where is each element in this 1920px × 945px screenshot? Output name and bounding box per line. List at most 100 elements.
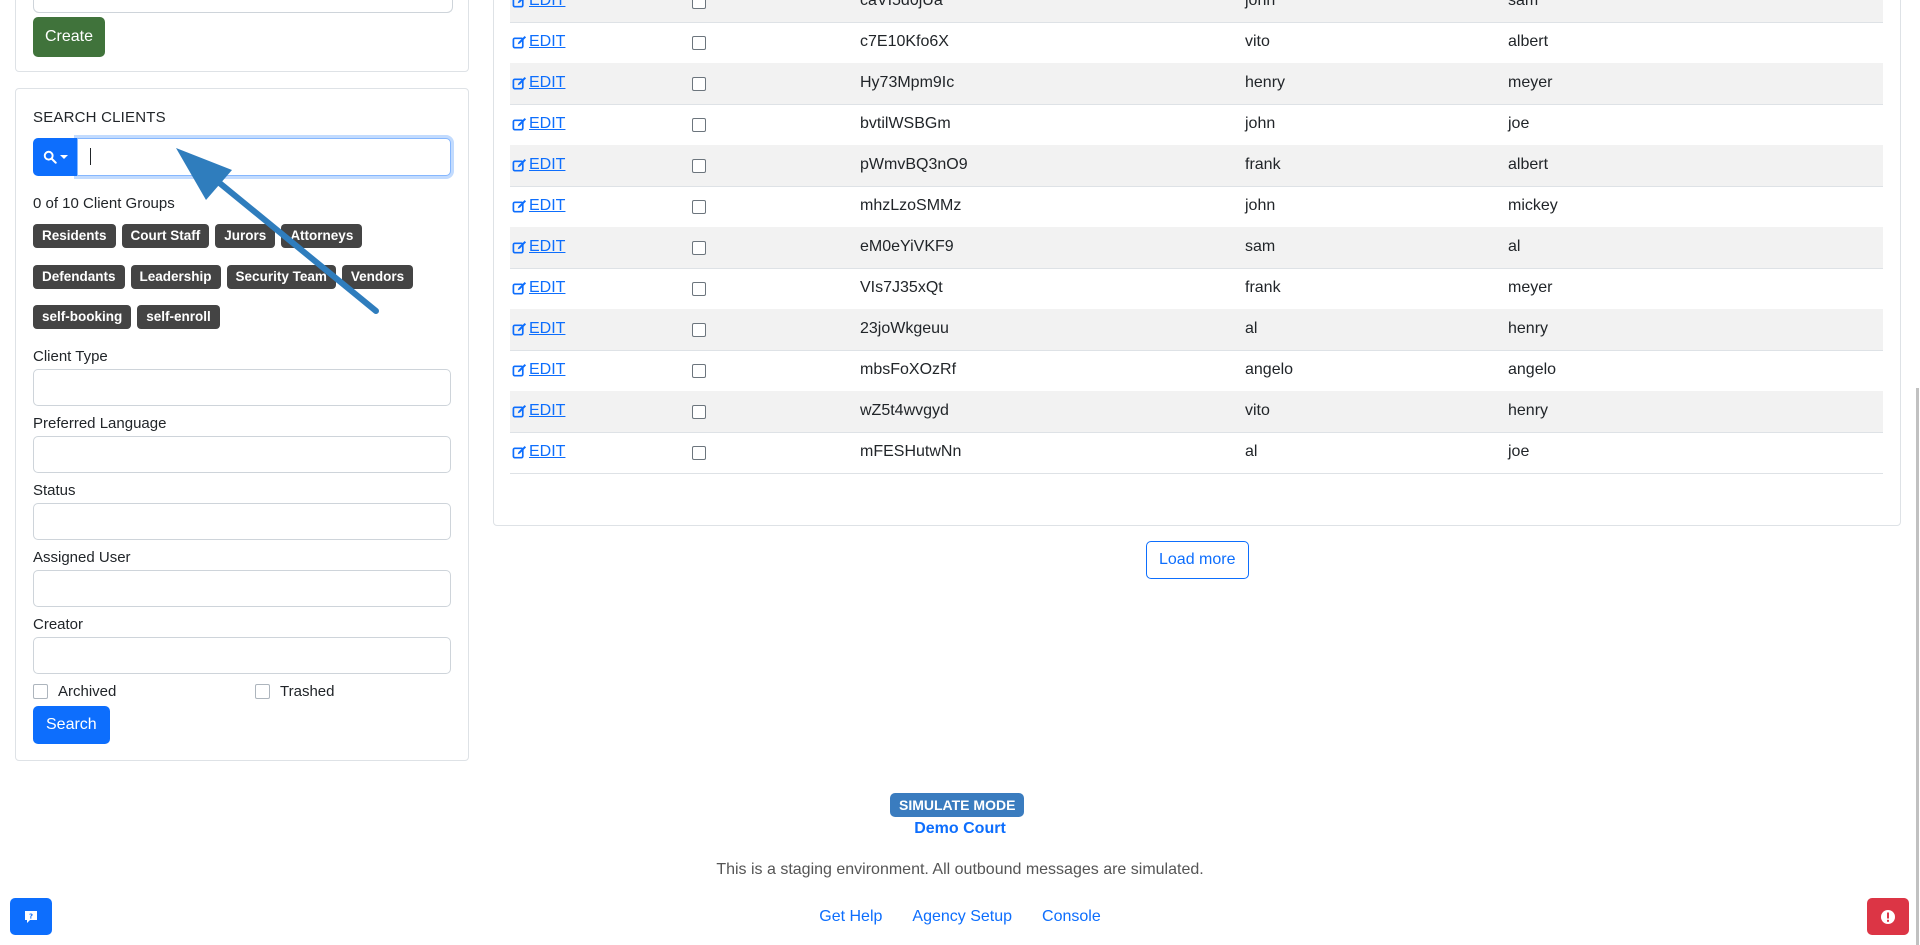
status-label: Status: [33, 482, 76, 499]
group-tag[interactable]: Court Staff: [121, 224, 210, 248]
edit-icon: [512, 404, 527, 417]
search-button[interactable]: Search: [33, 706, 110, 744]
create-button[interactable]: Create: [33, 17, 106, 57]
group-tag[interactable]: Jurors: [215, 224, 276, 248]
edit-link[interactable]: EDIT: [512, 361, 565, 379]
row-select-checkbox[interactable]: [692, 364, 706, 378]
client-group-count: 0 of 10 Client Groups: [33, 195, 175, 212]
last-name-cell: angelo: [1508, 361, 1557, 378]
creator-select[interactable]: [33, 637, 451, 674]
last-name-cell: mickey: [1508, 197, 1558, 214]
assigned-user-select[interactable]: [33, 570, 451, 607]
assigned-user-label: Assigned User: [33, 549, 131, 566]
search-input-group: [33, 138, 451, 176]
group-tag[interactable]: Defendants: [33, 265, 125, 289]
group-tag[interactable]: Security Team: [226, 265, 336, 289]
console-link[interactable]: Console: [1042, 908, 1101, 926]
edit-label: EDIT: [529, 443, 566, 460]
row-select-checkbox[interactable]: [692, 200, 706, 214]
get-help-link[interactable]: Get Help: [819, 908, 882, 926]
client-id-cell: c7E10Kfo6X: [860, 33, 949, 50]
row-select-checkbox[interactable]: [692, 282, 706, 296]
row-select-checkbox[interactable]: [692, 0, 706, 9]
status-select[interactable]: [33, 503, 451, 540]
edit-link[interactable]: EDIT: [512, 443, 565, 461]
preferred-language-select[interactable]: [33, 436, 451, 473]
table-row: EDIT wZ5t4wvgyd vito henry: [510, 391, 1883, 433]
first-name-cell: john: [1245, 0, 1276, 9]
edit-link[interactable]: EDIT: [512, 320, 565, 338]
edit-link[interactable]: EDIT: [512, 238, 565, 256]
edit-label: EDIT: [529, 115, 566, 132]
first-name-cell: henry: [1245, 74, 1286, 91]
table-row: EDIT Hy73Mpm9Ic henry meyer: [510, 63, 1883, 105]
archived-option: Archived: [33, 683, 116, 700]
archived-checkbox[interactable]: [33, 684, 48, 699]
edit-icon: [512, 35, 527, 48]
client-type-select[interactable]: [33, 369, 451, 406]
group-tag[interactable]: Residents: [33, 224, 116, 248]
first-name-cell: vito: [1245, 33, 1270, 50]
create-input-field[interactable]: [33, 0, 453, 13]
table-row: EDIT eM0eYiVKF9 sam al: [510, 227, 1883, 269]
edit-label: EDIT: [529, 0, 566, 9]
edit-icon: [512, 0, 524, 7]
first-name-cell: john: [1245, 197, 1276, 214]
alert-button[interactable]: [1867, 898, 1909, 935]
edit-label: EDIT: [529, 402, 566, 419]
page-scrollbar[interactable]: [1916, 388, 1919, 945]
search-input[interactable]: [77, 138, 451, 176]
edit-link[interactable]: EDIT: [512, 115, 565, 133]
client-id-cell: mhzLzoSMMz: [860, 197, 962, 214]
edit-link[interactable]: EDIT: [512, 279, 565, 297]
clients-table-card: EDIT caVI5d0jUa john sam EDIT c7E10Kfo6X vito a…: [493, 0, 1901, 526]
row-select-checkbox[interactable]: [692, 323, 706, 337]
last-name-cell: sam: [1508, 0, 1539, 9]
last-name-cell: meyer: [1508, 279, 1553, 296]
client-id-cell: mbsFoXOzRf: [860, 361, 957, 378]
row-select-checkbox[interactable]: [692, 446, 706, 460]
row-select-checkbox[interactable]: [692, 159, 706, 173]
edit-link[interactable]: EDIT: [512, 156, 565, 174]
row-select-checkbox[interactable]: [692, 241, 706, 255]
row-select-checkbox[interactable]: [692, 405, 706, 419]
group-tag[interactable]: Vendors: [341, 265, 414, 289]
edit-link[interactable]: EDIT: [512, 197, 565, 215]
load-more-button[interactable]: Load more: [1146, 541, 1249, 579]
group-tag[interactable]: self-booking: [33, 305, 132, 329]
trashed-checkbox[interactable]: [255, 684, 270, 699]
group-tag[interactable]: Attorneys: [281, 224, 363, 248]
table-row: EDIT bvtilWSBGm john joe: [510, 104, 1883, 146]
svg-text:?: ?: [29, 912, 33, 920]
table-row: EDIT c7E10Kfo6X vito albert: [510, 22, 1883, 64]
row-select-checkbox[interactable]: [692, 77, 706, 91]
edit-label: EDIT: [529, 320, 566, 337]
edit-link[interactable]: EDIT: [512, 33, 565, 51]
edit-link[interactable]: EDIT: [512, 402, 565, 420]
edit-icon: [512, 240, 527, 253]
client-id-cell: mFESHutwNn: [860, 443, 962, 460]
edit-icon: [512, 322, 527, 335]
group-tag[interactable]: Leadership: [130, 265, 221, 289]
alert-icon: [1881, 909, 1895, 924]
group-tag[interactable]: self-enroll: [137, 305, 220, 329]
first-name-cell: sam: [1245, 238, 1276, 255]
client-id-cell: wZ5t4wvgyd: [860, 402, 949, 419]
row-select-checkbox[interactable]: [692, 36, 706, 50]
agency-setup-link[interactable]: Agency Setup: [912, 908, 1012, 926]
search-icon: [43, 150, 57, 164]
feedback-button[interactable]: ?: [10, 898, 52, 935]
last-name-cell: joe: [1508, 115, 1530, 132]
edit-label: EDIT: [529, 279, 566, 296]
search-options-button[interactable]: [33, 138, 77, 176]
row-select-checkbox[interactable]: [692, 118, 706, 132]
edit-link[interactable]: EDIT: [512, 74, 565, 92]
edit-link[interactable]: EDIT: [512, 0, 565, 10]
client-id-cell: eM0eYiVKF9: [860, 238, 954, 255]
first-name-cell: al: [1245, 320, 1258, 337]
last-name-cell: joe: [1508, 443, 1530, 460]
first-name-cell: al: [1245, 443, 1258, 460]
first-name-cell: vito: [1245, 402, 1270, 419]
staging-notice: This is a staging environment. All outbo…: [716, 861, 1204, 878]
table-row: EDIT mFESHutwNn al joe: [510, 432, 1883, 474]
